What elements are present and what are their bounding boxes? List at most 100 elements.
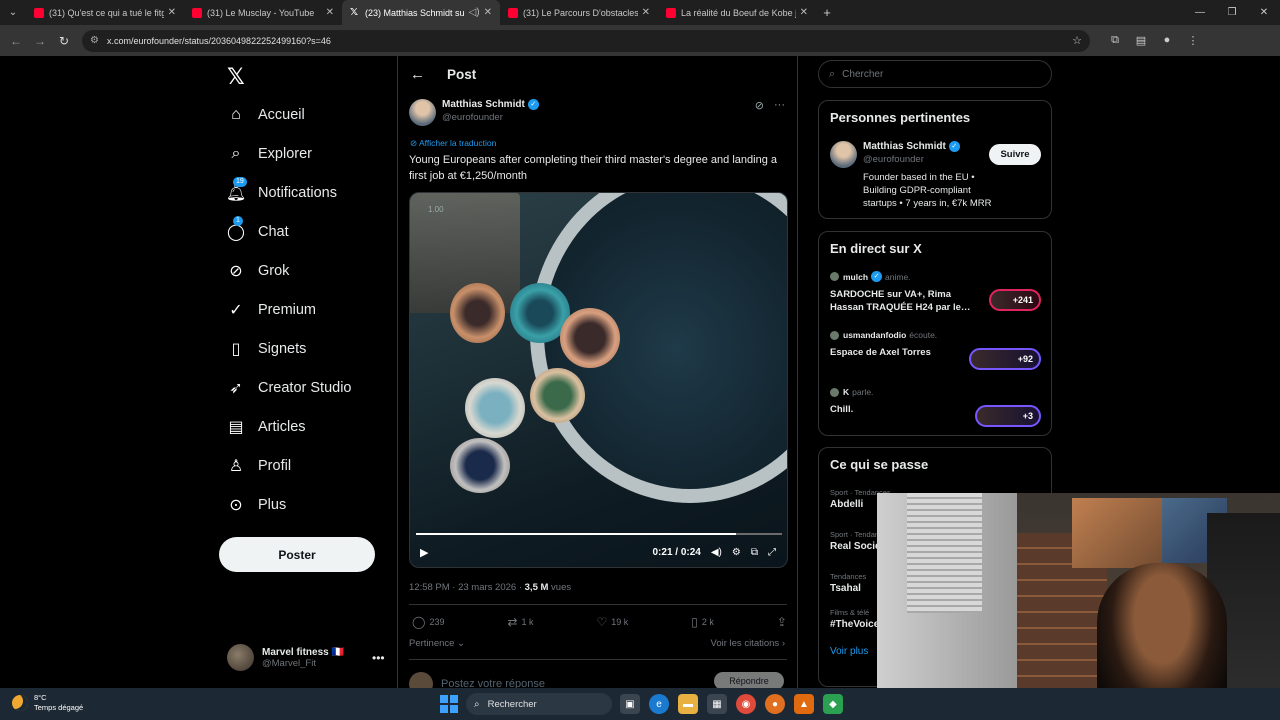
avatar[interactable]	[830, 141, 857, 168]
reload-icon[interactable]: ↻	[52, 34, 76, 48]
profile-icon[interactable]: ●	[1154, 34, 1180, 47]
close-tab-icon[interactable]: ✕	[168, 7, 176, 18]
grok-icon[interactable]: ⊘	[755, 99, 764, 112]
avatar[interactable]	[409, 99, 436, 126]
minimize-icon[interactable]: —	[1184, 0, 1216, 25]
playback-speed: 1.00	[428, 205, 444, 214]
nav-explore[interactable]: ⌕ Explorer	[227, 142, 312, 166]
listener-count[interactable]: +3	[975, 405, 1041, 427]
live-item[interactable]: Kparle. Chill.	[830, 387, 980, 416]
volume-icon[interactable]: ◀)	[711, 547, 722, 558]
nav-more[interactable]: ⊙ Plus	[227, 493, 286, 517]
firefox-icon[interactable]: ●	[765, 694, 785, 714]
play-icon[interactable]: ▶	[420, 546, 428, 559]
post-column: ← Post Matthias Schmidt ✓ @eurofounder ⊘ …	[397, 56, 798, 688]
relevant-person[interactable]: Matthias Schmidt ✓ @eurofounder Founder b…	[830, 141, 1003, 210]
live-item[interactable]: mulch ✓ anime. SARDOCHE sur VA+, Rima Hass…	[830, 271, 980, 314]
close-tab-icon[interactable]: ✕	[326, 7, 334, 18]
app-icon[interactable]: ◆	[823, 694, 843, 714]
tab-search-icon[interactable]: ⌄	[0, 0, 26, 25]
taskbar-search[interactable]: ⌕ Rechercher	[466, 693, 612, 715]
sidepanel-icon[interactable]: ▤	[1128, 34, 1154, 47]
browser-tab[interactable]: La réalité du Boeuf de Kobe jap ✕	[658, 0, 816, 25]
nav-profile[interactable]: ♙ Profil	[227, 454, 291, 478]
bookmark-star-icon[interactable]: ☆	[1072, 34, 1082, 47]
nav-chat[interactable]: ◯ 1 Chat	[227, 216, 289, 244]
share-button[interactable]: ⇪	[777, 615, 787, 629]
relevant-people-card: Personnes pertinentes Matthias Schmidt ✓ …	[818, 100, 1052, 219]
menu-icon[interactable]: ⋮	[1180, 34, 1206, 47]
speaker-icon[interactable]: ◁)	[469, 7, 480, 18]
see-more-link[interactable]: Voir plus	[830, 646, 868, 657]
vlc-icon[interactable]: ▲	[794, 694, 814, 714]
follow-button[interactable]: Suivre	[989, 144, 1041, 165]
nav-creator-studio[interactable]: ➶ Creator Studio	[227, 376, 351, 400]
close-tab-icon[interactable]: ✕	[484, 7, 492, 18]
new-tab-icon[interactable]: +	[816, 5, 838, 20]
trend-item[interactable]: Tendances Tsahal	[830, 572, 866, 594]
author-name[interactable]: Matthias Schmidt	[442, 99, 525, 110]
store-icon[interactable]: ▦	[707, 694, 727, 714]
edge-icon[interactable]: e	[649, 694, 669, 714]
weather-widget[interactable]: 8°C Temps dégagé	[12, 693, 83, 713]
reply-input[interactable]: Postez votre réponse	[441, 678, 545, 688]
author-handle[interactable]: @eurofounder	[442, 112, 539, 123]
translate-link[interactable]: ⊘ Afficher la traduction	[410, 138, 496, 149]
post-button[interactable]: Poster	[219, 537, 375, 572]
trend-item[interactable]: Films & télé #TheVoice	[830, 608, 879, 630]
card-title: En direct sur X	[830, 241, 922, 256]
like-button[interactable]: ♡ 19 k	[597, 615, 629, 629]
browser-tab[interactable]: (31) Le Musclay - YouTube ✕	[184, 0, 342, 25]
close-window-icon[interactable]: ✕	[1248, 0, 1280, 25]
reply-submit-button[interactable]: Répondre	[714, 672, 784, 688]
windows-start-icon[interactable]	[440, 695, 458, 713]
nav-home[interactable]: ⌂ Accueil	[227, 103, 305, 127]
close-tab-icon[interactable]: ✕	[642, 7, 650, 18]
forward-icon[interactable]: →	[28, 34, 52, 48]
windows-taskbar: 8°C Temps dégagé ⌕ Rechercher ▣ e ▬ ▦ ◉ ● …	[0, 688, 1280, 720]
back-arrow-icon[interactable]: ←	[410, 66, 425, 83]
listener-count[interactable]: +92	[969, 348, 1041, 370]
video-progress-bar[interactable]	[416, 533, 782, 535]
post-author[interactable]: Matthias Schmidt ✓ @eurofounder	[409, 99, 539, 126]
task-view-icon[interactable]: ▣	[620, 694, 640, 714]
chat-icon: ◯ 1	[227, 216, 245, 241]
fullscreen-icon[interactable]: ⤢	[768, 547, 776, 558]
repost-button[interactable]: ⇄ 1 k	[507, 615, 533, 629]
live-item[interactable]: usmandanfodio écoute. Espace de Axel Torr…	[830, 330, 980, 359]
nav-bookmarks[interactable]: ▯ Signets	[227, 337, 307, 361]
view-citations-link[interactable]: Voir les citations ›	[711, 638, 785, 649]
pip-icon[interactable]: ⧉	[751, 547, 758, 558]
more-dots-icon[interactable]: ···	[774, 99, 785, 112]
search-input[interactable]: ⌕ Chercher	[818, 60, 1052, 88]
chrome-icon[interactable]: ◉	[736, 694, 756, 714]
extension-icon[interactable]: ⧉	[1102, 34, 1128, 47]
listener-count[interactable]: +241	[989, 289, 1041, 311]
back-icon[interactable]: ←	[4, 34, 28, 48]
nav-notifications[interactable]: 🔔︎ 19 Notifications	[226, 177, 337, 205]
settings-icon[interactable]: ⚙	[732, 547, 741, 558]
video-progress-fill	[416, 533, 737, 535]
url-bar[interactable]: ⚙ x.com/eurofounder/status/2036049822252…	[82, 29, 1090, 52]
browser-tab[interactable]: (31) Qu'est ce qui a tué le fitgen ✕	[26, 0, 184, 25]
nav-articles[interactable]: ▤ Articles	[227, 415, 305, 439]
browser-tab[interactable]: (31) Le Parcours D'obstacles Le✕	[500, 0, 658, 25]
restore-icon[interactable]: ❐	[1216, 0, 1248, 25]
video-player[interactable]: 1.00 ▶ 0:21 / 0:24 ◀) ⚙ ⧉ ⤢	[409, 192, 788, 568]
file-explorer-icon[interactable]: ▬	[678, 694, 698, 714]
more-dots-icon[interactable]: •••	[372, 651, 385, 665]
reply-composer[interactable]: Postez votre réponse Répondre	[409, 672, 784, 688]
close-tab-icon[interactable]: ✕	[800, 7, 808, 18]
reply-button[interactable]: ◯ 239	[412, 615, 444, 629]
avatar	[830, 272, 839, 281]
sort-dropdown[interactable]: Pertinence ⌄	[409, 638, 465, 649]
browser-tab-active[interactable]: 𝕏(23) Matthias Schmidt sur X◁)✕	[342, 0, 500, 25]
x-logo-icon[interactable]: 𝕏	[227, 64, 245, 90]
nav-premium[interactable]: ✓ Premium	[227, 298, 316, 322]
site-info-icon[interactable]: ⚙	[90, 35, 99, 46]
account-switcher[interactable]: Marvel fitness 🇫🇷 @Marvel_Fit •••	[227, 644, 385, 671]
live-spaces-card: En direct sur X mulch ✓ anime. SARDOCHE su…	[818, 231, 1052, 436]
nav-grok[interactable]: ⊘ Grok	[227, 259, 289, 283]
account-handle: @Marvel_Fit	[262, 657, 316, 669]
bookmark-button[interactable]: ▯ 2 k	[691, 615, 714, 629]
